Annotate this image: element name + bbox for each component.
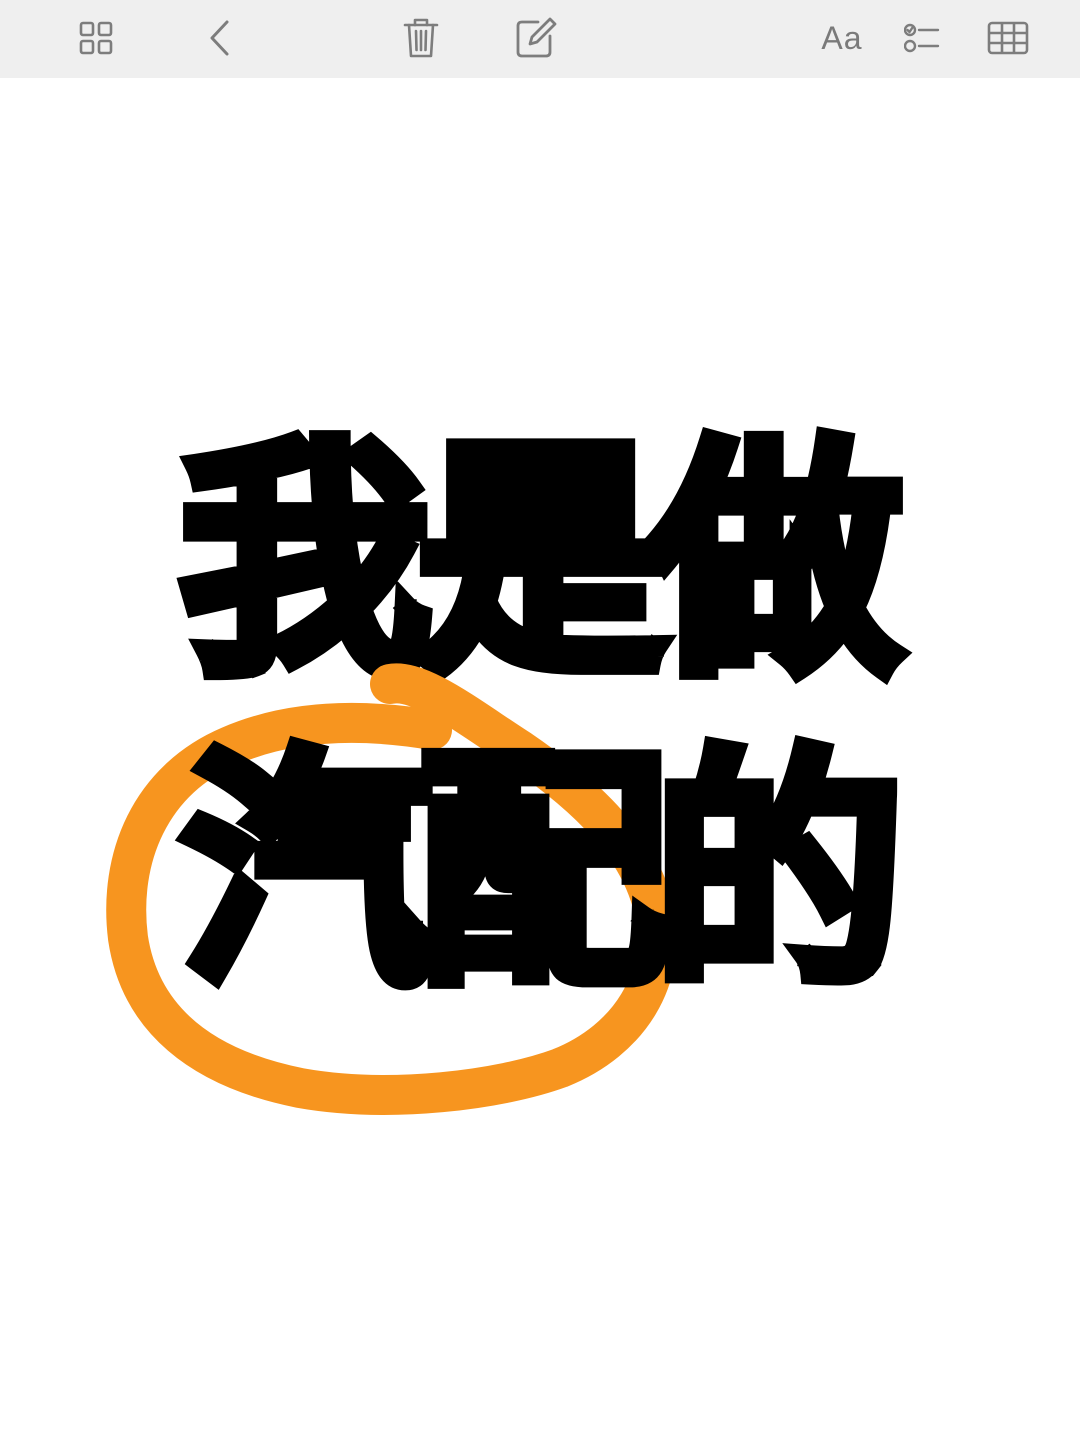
text-format-icon: Aa [821, 19, 863, 56]
text-format-button[interactable]: Aa [814, 12, 870, 64]
checklist-icon [904, 23, 940, 53]
table-icon [987, 21, 1029, 55]
note-canvas[interactable]: 我 是 做 汽 配 的 [0, 78, 1080, 1440]
checklist-button[interactable] [894, 12, 950, 64]
notes-app: Aa 我 是 做 汽 配 的 [0, 0, 1080, 1440]
note-char: 配 [411, 727, 675, 1018]
table-button[interactable] [980, 12, 1036, 64]
compose-icon [514, 16, 558, 60]
back-button[interactable] [192, 12, 248, 64]
sidebar-toggle-button[interactable] [68, 12, 124, 64]
grid-icon [79, 21, 113, 55]
note-char: 汽 [175, 727, 439, 1018]
note-toolbar: Aa [0, 0, 1080, 78]
trash-icon [403, 17, 439, 59]
chevron-left-icon [207, 19, 233, 57]
note-char: 的 [647, 727, 911, 1018]
compose-button[interactable] [508, 12, 564, 64]
delete-button[interactable] [393, 12, 449, 64]
note-line-2: 汽 配 的 [175, 727, 911, 1018]
